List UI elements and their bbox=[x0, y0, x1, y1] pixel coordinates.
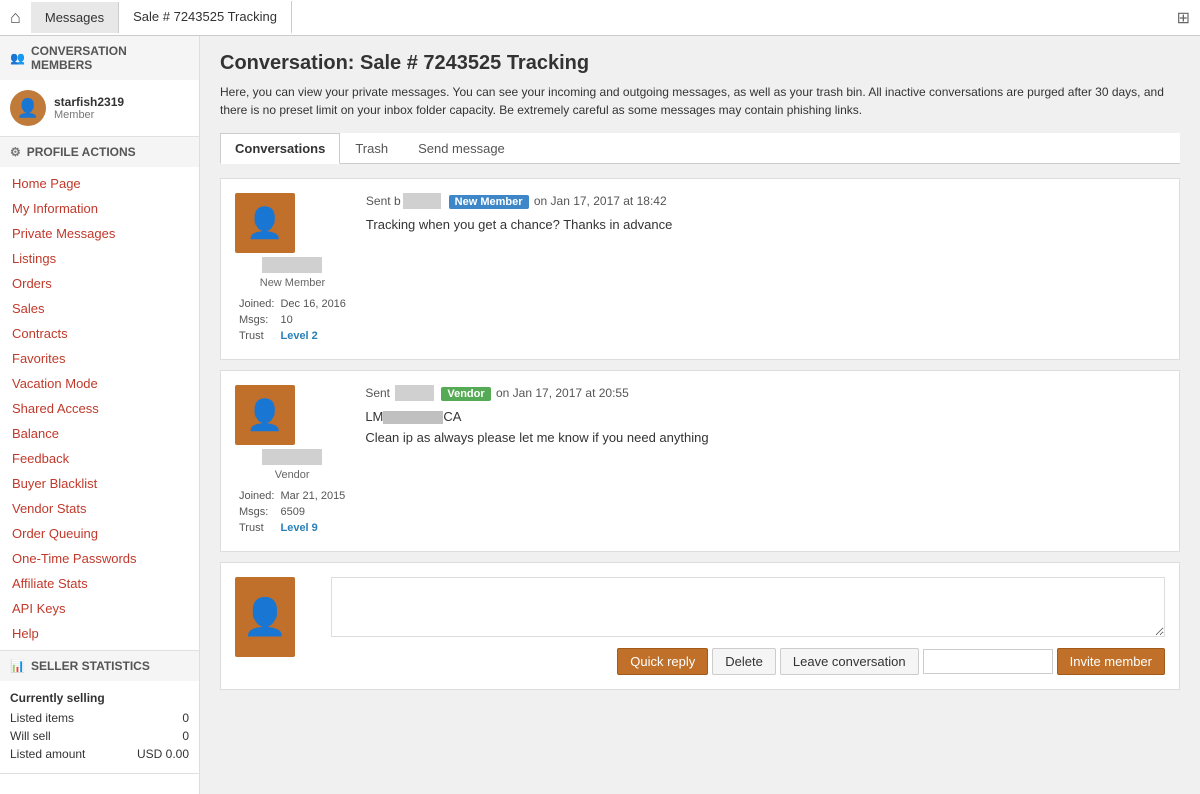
message-avatar-1: 👤 bbox=[235, 193, 295, 253]
sidebar-item-otp[interactable]: One-Time Passwords bbox=[0, 546, 199, 571]
sidebar-item-sharedaccess[interactable]: Shared Access bbox=[0, 396, 199, 421]
member-stats-2: Joined: Mar 21, 2015 Msgs: 6509 Trust Le… bbox=[235, 487, 349, 537]
sidebar-item-orders[interactable]: Orders bbox=[0, 271, 199, 296]
page-title: Conversation: Sale # 7243525 Tracking bbox=[220, 52, 1180, 75]
sidebar-item-affiliatestats[interactable]: Affiliate Stats bbox=[0, 571, 199, 596]
sidebar-item-buyerblacklist[interactable]: Buyer Blacklist bbox=[0, 471, 199, 496]
sidebar-item-listings[interactable]: Listings bbox=[0, 246, 199, 271]
conversation-members-header: 👥 CONVERSATION MEMBERS bbox=[0, 36, 199, 80]
profile-actions-section: ⚙ PROFILE ACTIONS Home Page My Informati… bbox=[0, 137, 199, 651]
profile-actions-header: ⚙ PROFILE ACTIONS bbox=[0, 137, 199, 167]
sidebar-item-homepage[interactable]: Home Page bbox=[0, 171, 199, 196]
message-avatar-2: 👤 bbox=[235, 385, 295, 445]
breadcrumb-messages[interactable]: Messages bbox=[31, 2, 119, 33]
main-content: Conversation: Sale # 7243525 Tracking He… bbox=[200, 36, 1200, 794]
reply-card: 👤 Quick reply Delete Leave conversation … bbox=[220, 562, 1180, 690]
badge-new-member-1: New Member bbox=[449, 195, 529, 209]
breadcrumb: Messages Sale # 7243525 Tracking bbox=[31, 1, 292, 34]
stat-listed-items: Listed items 0 bbox=[10, 709, 189, 727]
leave-conversation-button[interactable]: Leave conversation bbox=[780, 648, 919, 675]
seller-stats-section: 📊 SELLER STATISTICS Currently selling Li… bbox=[0, 651, 199, 774]
sidebar-item-help[interactable]: Help bbox=[0, 621, 199, 646]
sidebar-item-sales[interactable]: Sales bbox=[0, 296, 199, 321]
invite-member-button[interactable]: Invite member bbox=[1057, 648, 1165, 675]
page-layout: 👥 CONVERSATION MEMBERS 👤 starfish2319 Me… bbox=[0, 36, 1200, 794]
member-stats-1: Joined: Dec 16, 2016 Msgs: 10 Trust Leve… bbox=[235, 295, 350, 345]
user-role: Member bbox=[54, 109, 124, 121]
sidebar-item-feedback[interactable]: Feedback bbox=[0, 446, 199, 471]
tab-trash[interactable]: Trash bbox=[340, 133, 403, 163]
stat-will-sell: Will sell 0 bbox=[10, 727, 189, 745]
network-icon[interactable]: ⊞ bbox=[1177, 8, 1190, 28]
sidebar-item-apikeys[interactable]: API Keys bbox=[0, 596, 199, 621]
user-name: starfish2319 bbox=[54, 95, 124, 109]
stats-icon: 📊 bbox=[10, 659, 25, 673]
reply-avatar: 👤 bbox=[235, 577, 295, 657]
badge-vendor-2: Vendor bbox=[441, 387, 490, 401]
people-icon: 👥 bbox=[10, 51, 25, 65]
sidebar-item-balance[interactable]: Balance bbox=[0, 421, 199, 446]
top-nav: Messages Sale # 7243525 Tracking ⊞ bbox=[0, 0, 1200, 36]
invite-input[interactable] bbox=[923, 649, 1053, 674]
sidebar-item-myinfo[interactable]: My Information bbox=[0, 196, 199, 221]
delete-button[interactable]: Delete bbox=[712, 648, 776, 675]
location-text-2: LMCA bbox=[365, 409, 1165, 424]
sidebar-item-privatemessages[interactable]: Private Messages bbox=[0, 221, 199, 246]
sender-name-redacted-2 bbox=[262, 449, 322, 465]
tab-send-message[interactable]: Send message bbox=[403, 133, 520, 163]
message-sender-1: 👤 New Member Joined: Dec 16, 2016 Msgs: … bbox=[235, 193, 350, 345]
reply-textarea-container: Quick reply Delete Leave conversation In… bbox=[331, 577, 1165, 675]
conversation-members-section: 👥 CONVERSATION MEMBERS 👤 starfish2319 Me… bbox=[0, 36, 199, 137]
sender-name-box-1 bbox=[403, 193, 442, 209]
profile-nav: Home Page My Information Private Message… bbox=[0, 167, 199, 650]
sidebar-item-vendorstats[interactable]: Vendor Stats bbox=[0, 496, 199, 521]
reply-actions: Quick reply Delete Leave conversation In… bbox=[331, 648, 1165, 675]
message-card-2: 👤 Vendor Joined: Mar 21, 2015 Msgs: 6509… bbox=[220, 370, 1180, 552]
tabs-bar: Conversations Trash Send message bbox=[220, 133, 1180, 164]
message-text-2: Clean ip as always please let me know if… bbox=[365, 430, 1165, 445]
sidebar-item-orderqueuing[interactable]: Order Queuing bbox=[0, 521, 199, 546]
currently-selling-label: Currently selling bbox=[10, 691, 189, 705]
sender-name-redacted-1 bbox=[262, 257, 322, 273]
sender-name-box-2 bbox=[395, 385, 434, 401]
reply-textarea[interactable] bbox=[331, 577, 1165, 637]
user-avatar: 👤 bbox=[10, 90, 46, 126]
message-body-1: Sent b New Member on Jan 17, 2017 at 18:… bbox=[366, 193, 1165, 345]
message-sender-2: 👤 Vendor Joined: Mar 21, 2015 Msgs: 6509… bbox=[235, 385, 349, 537]
reply-avatar-container: 👤 bbox=[235, 577, 315, 657]
quick-reply-button[interactable]: Quick reply bbox=[617, 648, 708, 675]
message-timestamp-2: on Jan 17, 2017 at 20:55 bbox=[496, 386, 629, 400]
seller-stats: Currently selling Listed items 0 Will se… bbox=[0, 681, 199, 773]
user-info: 👤 starfish2319 Member bbox=[0, 80, 199, 136]
message-text-1: Tracking when you get a chance? Thanks i… bbox=[366, 217, 1165, 232]
breadcrumb-current[interactable]: Sale # 7243525 Tracking bbox=[119, 1, 292, 34]
message-header-2: Sent Vendor on Jan 17, 2017 at 20:55 bbox=[365, 385, 1165, 401]
stat-listed-amount: Listed amount USD 0.00 bbox=[10, 745, 189, 763]
message-header-1: Sent b New Member on Jan 17, 2017 at 18:… bbox=[366, 193, 1165, 209]
info-text: Here, you can view your private messages… bbox=[220, 83, 1180, 119]
member-label-1: New Member bbox=[260, 277, 325, 289]
sidebar-item-contracts[interactable]: Contracts bbox=[0, 321, 199, 346]
tab-conversations[interactable]: Conversations bbox=[220, 133, 340, 164]
sidebar-item-favorites[interactable]: Favorites bbox=[0, 346, 199, 371]
message-card-1: 👤 New Member Joined: Dec 16, 2016 Msgs: … bbox=[220, 178, 1180, 360]
home-icon[interactable] bbox=[10, 7, 21, 28]
member-label-2: Vendor bbox=[275, 469, 310, 481]
message-timestamp-1: on Jan 17, 2017 at 18:42 bbox=[534, 194, 667, 208]
sidebar-item-vacationmode[interactable]: Vacation Mode bbox=[0, 371, 199, 396]
message-body-2: Sent Vendor on Jan 17, 2017 at 20:55 LMC… bbox=[365, 385, 1165, 537]
profile-icon: ⚙ bbox=[10, 145, 21, 159]
seller-stats-header: 📊 SELLER STATISTICS bbox=[0, 651, 199, 681]
location-redacted bbox=[383, 411, 443, 424]
sidebar: 👥 CONVERSATION MEMBERS 👤 starfish2319 Me… bbox=[0, 36, 200, 794]
